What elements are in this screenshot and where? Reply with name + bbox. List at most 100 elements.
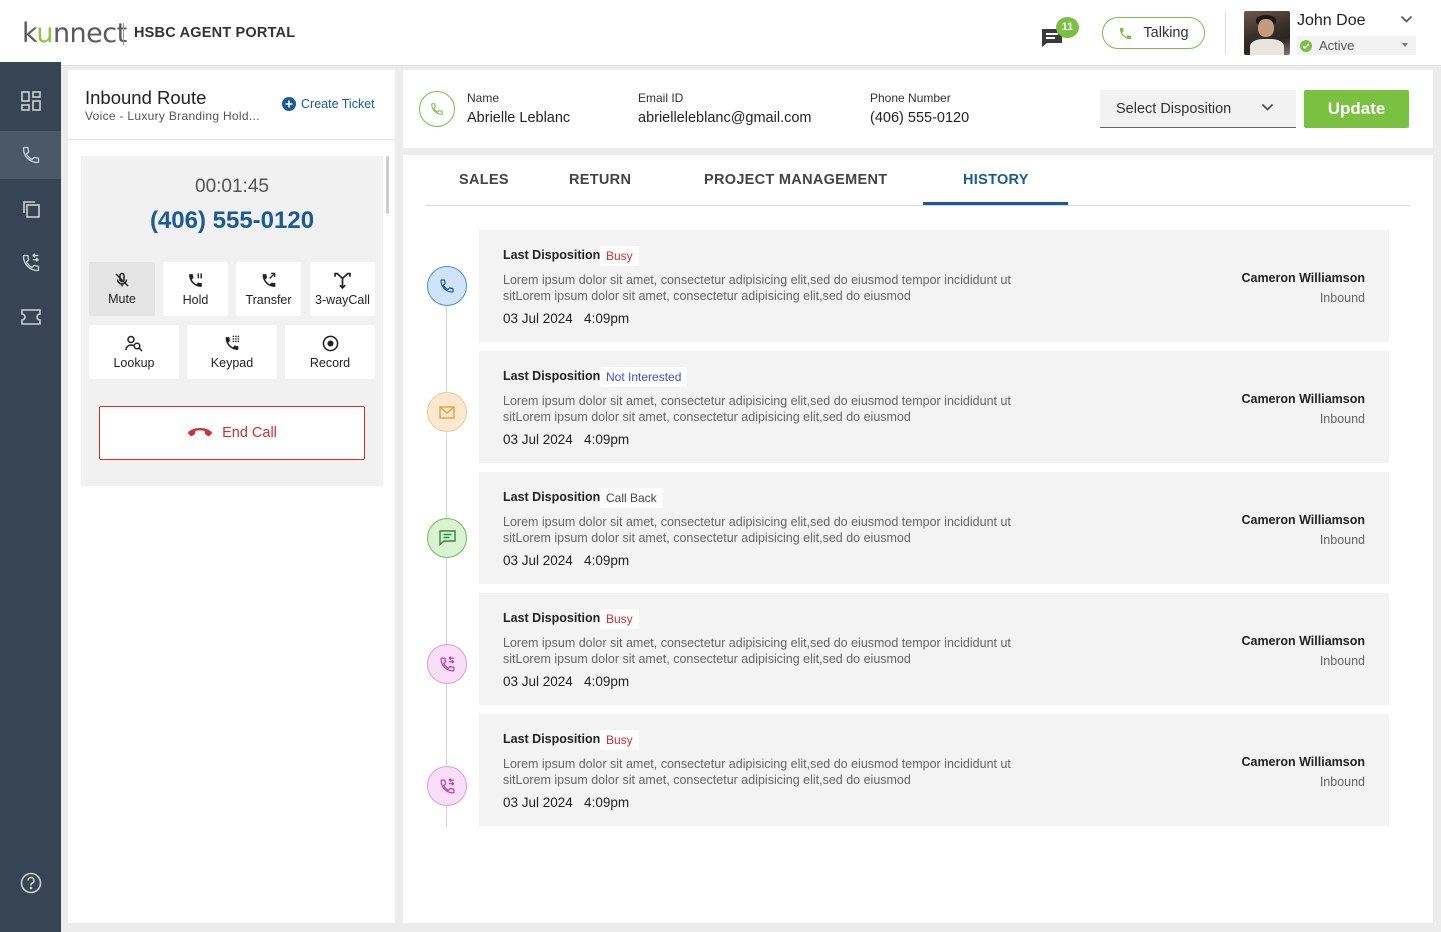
logo-text-u: u — [36, 18, 53, 49]
call-direction: Inbound — [1319, 412, 1365, 426]
create-ticket-button[interactable]: Create Ticket — [282, 97, 375, 111]
top-header: kunnect HSBC AGENT PORTAL 11 Talking Joh… — [0, 0, 1441, 66]
dashboard-icon — [20, 91, 41, 111]
chat-count-badge: 11 — [1056, 17, 1079, 38]
disposition-select[interactable]: Select Disposition — [1100, 90, 1296, 128]
help-icon — [20, 872, 41, 894]
phone-icon — [427, 266, 467, 306]
merge-arrows-icon — [334, 272, 351, 289]
sidebar-item-call-transfer[interactable] — [0, 239, 61, 287]
phone-icon — [1120, 27, 1132, 39]
call-transfer-icon — [22, 253, 39, 272]
talking-label: Talking — [1143, 25, 1189, 41]
status-label: Active — [1319, 38, 1355, 53]
history-date: 03 Jul 2024 4:09pm — [503, 795, 630, 810]
route-title: Inbound Route — [85, 87, 207, 108]
record-button[interactable]: Record — [285, 325, 375, 379]
contact-name: Abrielle Leblanc — [467, 110, 571, 126]
keypad-button[interactable]: Keypad — [187, 325, 277, 379]
ticket-icon — [20, 309, 41, 325]
sidebar-item-phone[interactable] — [0, 131, 61, 179]
call-transfer-icon — [427, 644, 467, 684]
disposition-label: Last Disposition: — [503, 611, 605, 625]
hold-button[interactable]: Hold — [163, 262, 228, 316]
agent-name: Cameron Williamson — [1241, 634, 1365, 648]
mic-off-icon — [115, 272, 129, 287]
mute-label: Mute — [108, 292, 136, 306]
update-button[interactable]: Update — [1304, 90, 1409, 128]
disposition-badge: Busy — [600, 609, 639, 629]
end-call-button[interactable]: End Call — [99, 406, 365, 460]
sidebar-item-copy[interactable] — [0, 185, 61, 233]
history-description: Lorem ipsum dolor sit amet, consectetur … — [503, 515, 1011, 545]
sidebar-item-ticket[interactable] — [0, 293, 61, 341]
lookup-label: Lookup — [113, 355, 155, 370]
hold-label: Hold — [182, 292, 209, 307]
end-call-label: End Call — [222, 425, 277, 441]
main-panel: SALES RETURN PROJECT MANAGEMENT HISTORY … — [403, 155, 1433, 923]
history-date: 03 Jul 2024 4:09pm — [503, 311, 630, 326]
call-direction: Inbound — [1319, 533, 1365, 547]
tab-return[interactable]: RETURN — [569, 172, 631, 188]
sidebar — [0, 62, 61, 932]
agent-name: Cameron Williamson — [1241, 392, 1365, 406]
chat-icon — [427, 518, 467, 558]
caret-down-icon — [1402, 43, 1408, 47]
call-phone-number: (406) 555-0120 — [149, 207, 315, 234]
phone-icon — [22, 146, 39, 164]
disposition-placeholder: Select Disposition — [1116, 100, 1232, 117]
chevron-down-icon — [1261, 103, 1274, 111]
scrollbar[interactable] — [386, 156, 389, 214]
record-label: Record — [309, 355, 351, 370]
avatar[interactable] — [1244, 11, 1290, 55]
history-description: Lorem ipsum dolor sit amet, consectetur … — [503, 757, 1011, 787]
talking-status-button[interactable]: Talking — [1102, 17, 1205, 49]
route-subtitle: Voice - Luxury Branding Hold... — [85, 109, 260, 123]
disposition-label: Last Disposition: — [503, 248, 605, 262]
sidebar-item-dashboard[interactable] — [0, 77, 61, 125]
contact-email: abrielleleblanc@gmail.com — [638, 110, 812, 126]
three-way-call-label: 3-wayCall — [315, 292, 370, 307]
lookup-button[interactable]: Lookup — [89, 325, 179, 379]
history-item[interactable]: Last Disposition: Call Back Lorem ipsum … — [479, 472, 1389, 584]
transfer-button[interactable]: Transfer — [236, 262, 301, 316]
header-separator — [1225, 12, 1226, 54]
phone-paused-icon — [189, 272, 202, 287]
email-label: Email ID — [638, 91, 684, 105]
contact-phone-icon — [419, 91, 455, 127]
contact-phone: (406) 555-0120 — [870, 110, 970, 126]
contact-bar: Name Abrielle Leblanc Email ID abriellel… — [403, 70, 1433, 148]
agent-name: Cameron Williamson — [1241, 755, 1365, 769]
call-direction: Inbound — [1319, 654, 1365, 668]
chevron-down-icon[interactable] — [1400, 14, 1413, 24]
kunnect-logo[interactable]: kunnect — [22, 18, 127, 49]
call-transfer-icon — [427, 766, 467, 806]
disposition-label: Last Disposition: — [503, 732, 605, 746]
dialpad-icon — [225, 335, 240, 350]
history-item[interactable]: Last Disposition: Busy Lorem ipsum dolor… — [479, 230, 1389, 342]
disposition-label: Last Disposition: — [503, 369, 605, 383]
logo-divider — [123, 23, 124, 45]
history-description: Lorem ipsum dolor sit amet, consectetur … — [503, 394, 1011, 424]
create-ticket-label: Create Ticket — [301, 97, 375, 111]
tab-project-management[interactable]: PROJECT MANAGEMENT — [704, 172, 887, 188]
agent-name: Cameron Williamson — [1241, 271, 1365, 285]
call-direction: Inbound — [1319, 775, 1365, 789]
call-timer: 00:01:45 — [195, 176, 269, 197]
sidebar-item-help[interactable] — [0, 859, 61, 907]
disposition-badge: Busy — [600, 730, 639, 750]
plus-circle-icon — [282, 97, 296, 111]
tab-history[interactable]: HISTORY — [963, 172, 1029, 188]
history-item[interactable]: Last Disposition: Not Interested Lorem i… — [479, 351, 1389, 463]
call-panel: Inbound Route Voice - Luxury Branding Ho… — [68, 70, 395, 923]
hang-up-icon — [188, 428, 213, 437]
history-item[interactable]: Last Disposition: Busy Lorem ipsum dolor… — [479, 593, 1389, 705]
history-item[interactable]: Last Disposition: Busy Lorem ipsum dolor… — [479, 714, 1389, 826]
tab-sales[interactable]: SALES — [459, 172, 509, 188]
mute-button[interactable]: Mute — [89, 262, 155, 316]
mail-icon — [427, 392, 467, 432]
three-way-call-button[interactable]: 3-wayCall — [310, 262, 375, 316]
active-tab-indicator — [923, 202, 1068, 205]
transfer-label: Transfer — [245, 292, 292, 307]
status-dropdown[interactable]: Active — [1297, 36, 1416, 55]
